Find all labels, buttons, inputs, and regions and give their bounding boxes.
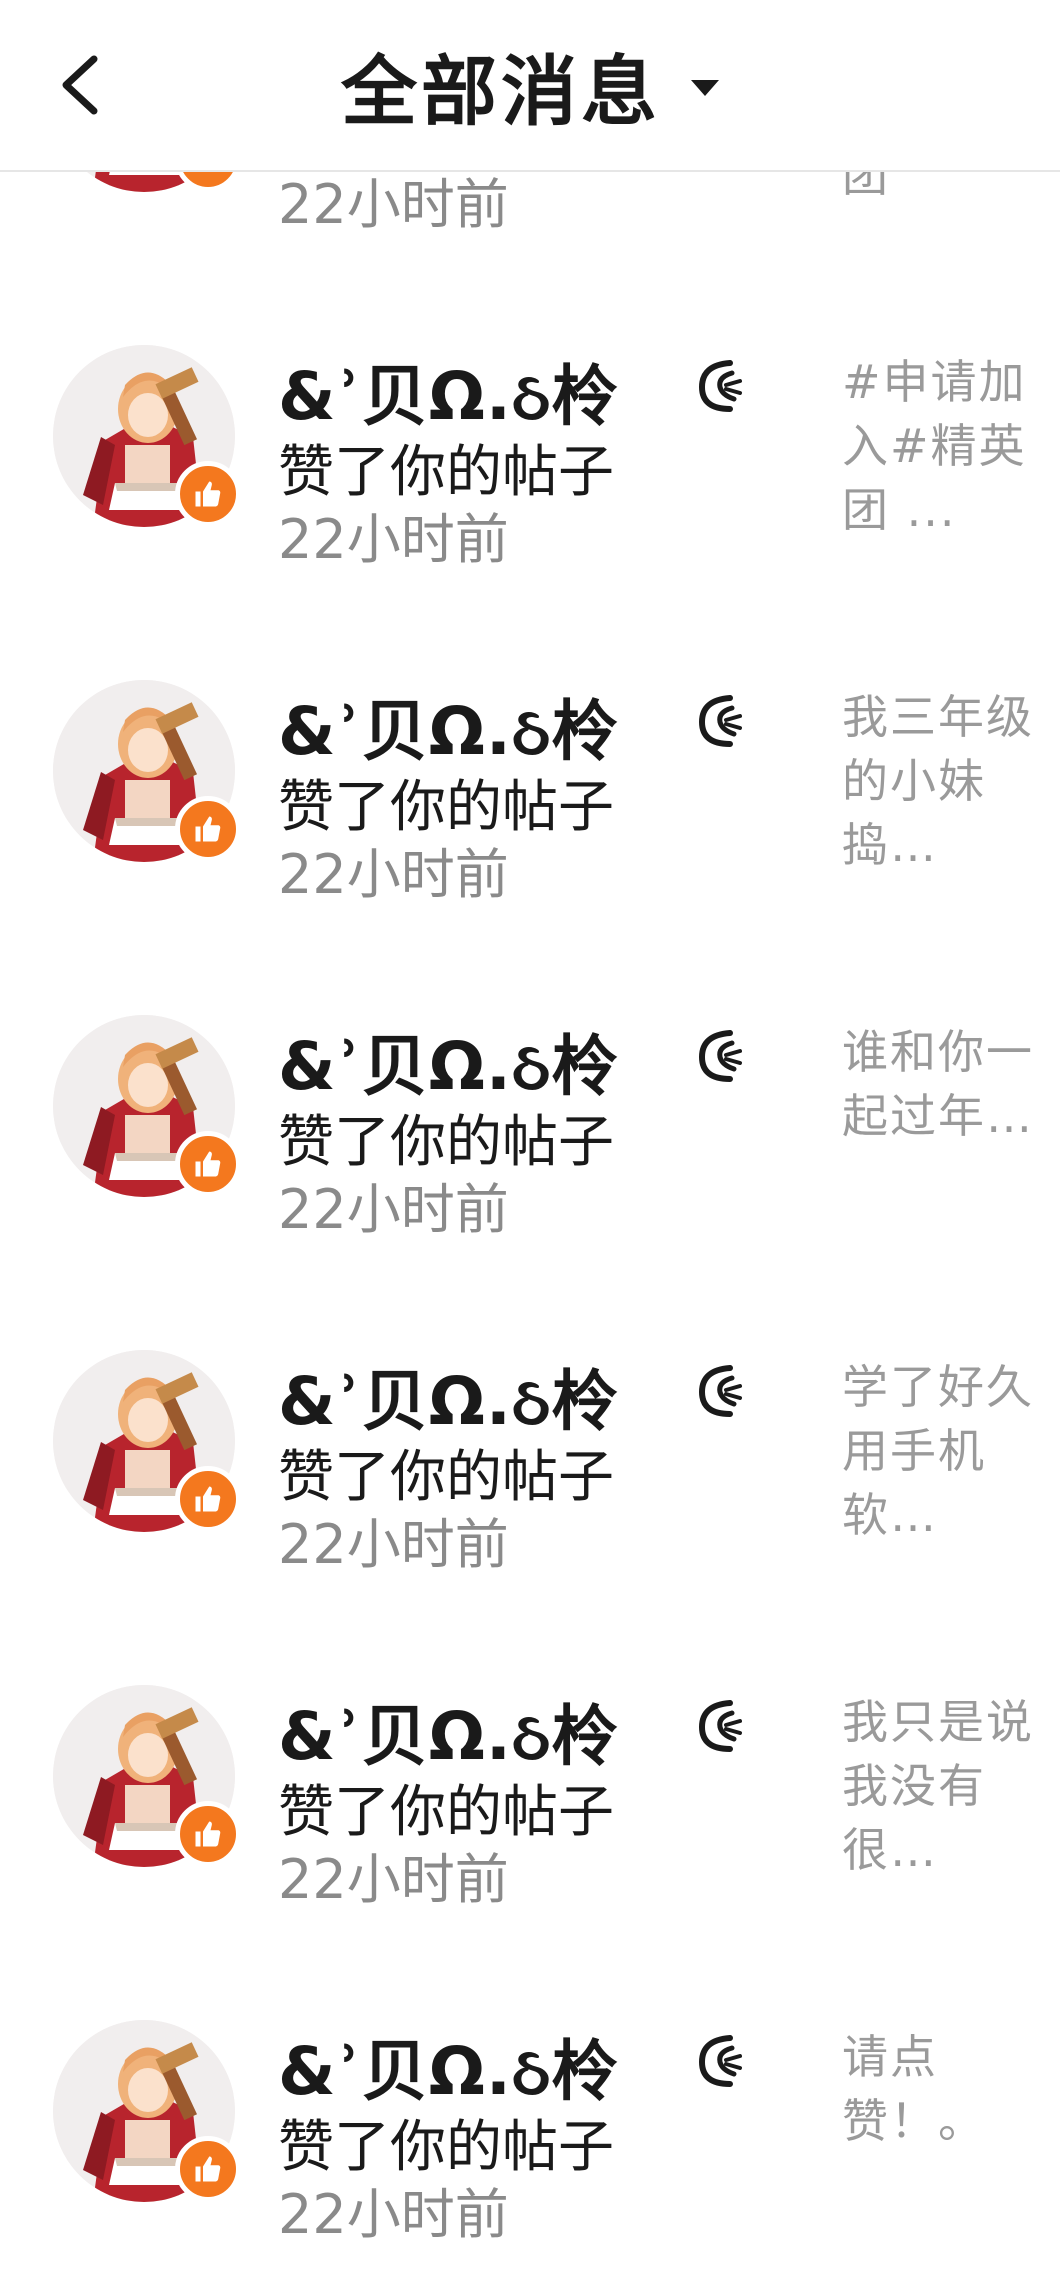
- title-container: 全部消息: [0, 0, 1060, 170]
- username[interactable]: &ʾ贝Ω.ઠ柃: [278, 343, 618, 439]
- thumbs-up-icon: [175, 2136, 241, 2202]
- username[interactable]: &ʾ贝Ω.ઠ柃: [278, 1683, 618, 1779]
- level-badge-icon: [698, 695, 742, 747]
- message-filter-dropdown[interactable]: 全部消息: [341, 30, 719, 140]
- thumbs-up-icon: [175, 1131, 241, 1197]
- level-badge-icon: [698, 360, 742, 412]
- username[interactable]: &ʾ贝Ω.ઠ柃: [278, 1013, 618, 1109]
- notification-item[interactable]: &ʾ贝Ω.ઠ柃 赞了你的帖子 22小时前 请点赞！。: [0, 1880, 1060, 2246]
- thumbs-up-icon: [175, 461, 241, 527]
- chevron-left-icon: [62, 55, 98, 115]
- notification-item[interactable]: &ʾ贝Ω.ઠ柃 赞了你的帖子 22小时前 我三年级的小妹捣…: [0, 540, 1060, 906]
- level-badge-icon: [698, 2035, 742, 2087]
- level-badge-icon: [698, 1365, 742, 1417]
- post-preview[interactable]: 请点赞！。: [842, 2025, 1042, 2153]
- notification-item[interactable]: &ʾ贝Ω.ઠ柃 赞了你的帖子 22小时前 #申请加入#精英团 ...: [0, 205, 1060, 571]
- post-preview[interactable]: #申请加入#精英团 ...: [842, 350, 1042, 542]
- notification-item[interactable]: &ʾ贝Ω.ઠ柃 赞了你的帖子 22小时前 学了好久用手机软…: [0, 1210, 1060, 1576]
- thumbs-up-icon: [175, 1466, 241, 1532]
- level-badge-icon: [698, 1030, 742, 1082]
- notification-list: &ʾ贝Ω.ઠ柃 赞了你的帖子 22小时前 #申请加入#精英团: [0, 0, 1060, 2246]
- top-bar: 全部消息: [0, 0, 1060, 172]
- caret-down-icon: [691, 80, 719, 96]
- notification-item[interactable]: &ʾ贝Ω.ઠ柃 赞了你的帖子 22小时前 谁和你一起过年…: [0, 875, 1060, 1241]
- username[interactable]: &ʾ贝Ω.ઠ柃: [278, 1348, 618, 1444]
- post-preview[interactable]: 我只是说我没有很…: [842, 1690, 1042, 1882]
- level-badge-icon: [698, 1700, 742, 1752]
- thumbs-up-icon: [175, 796, 241, 862]
- thumbs-up-icon: [175, 1801, 241, 1867]
- username[interactable]: &ʾ贝Ω.ઠ柃: [278, 678, 618, 774]
- timestamp: 22小时前: [278, 2183, 509, 2246]
- page-title: 全部消息: [341, 47, 661, 136]
- post-preview[interactable]: 学了好久用手机软…: [842, 1355, 1042, 1547]
- username[interactable]: &ʾ贝Ω.ઠ柃: [278, 2018, 618, 2114]
- post-preview[interactable]: 谁和你一起过年…: [842, 1020, 1042, 1148]
- post-preview[interactable]: 我三年级的小妹捣…: [842, 685, 1042, 877]
- back-button[interactable]: [40, 45, 120, 125]
- notification-item[interactable]: &ʾ贝Ω.ઠ柃 赞了你的帖子 22小时前 我只是说我没有很…: [0, 1545, 1060, 1911]
